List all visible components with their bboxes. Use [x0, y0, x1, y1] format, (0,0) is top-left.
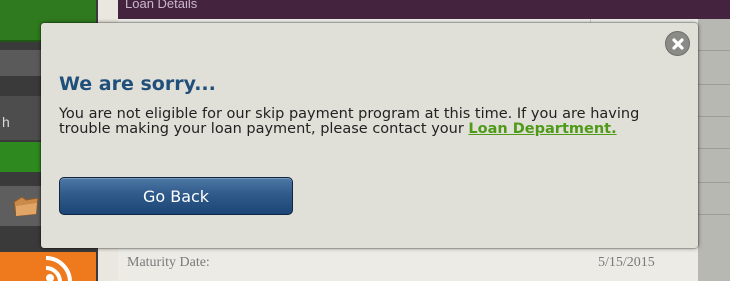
maturity-date-value: 5/15/2015 — [598, 255, 655, 270]
loan-department-link[interactable]: Loan Department. — [468, 121, 616, 137]
go-back-button[interactable]: Go Back — [59, 177, 293, 215]
app-screen: h Loan Details Maturity Date: 5/15/2015 — [0, 0, 730, 281]
maturity-date-label: Maturity Date: — [127, 255, 210, 270]
table-right-column — [698, 19, 730, 281]
folder-icon — [13, 196, 39, 217]
rss-icon — [45, 256, 72, 281]
sidebar-item-label: h — [2, 114, 10, 130]
page-header — [118, 0, 730, 19]
modal-message: You are not eligible for our skip paymen… — [59, 107, 669, 137]
close-icon[interactable] — [665, 31, 690, 56]
skip-payment-modal: We are sorry... You are not eligible for… — [41, 23, 698, 248]
page-header-title: Loan Details — [125, 0, 198, 11]
modal-title: We are sorry... — [59, 73, 216, 95]
